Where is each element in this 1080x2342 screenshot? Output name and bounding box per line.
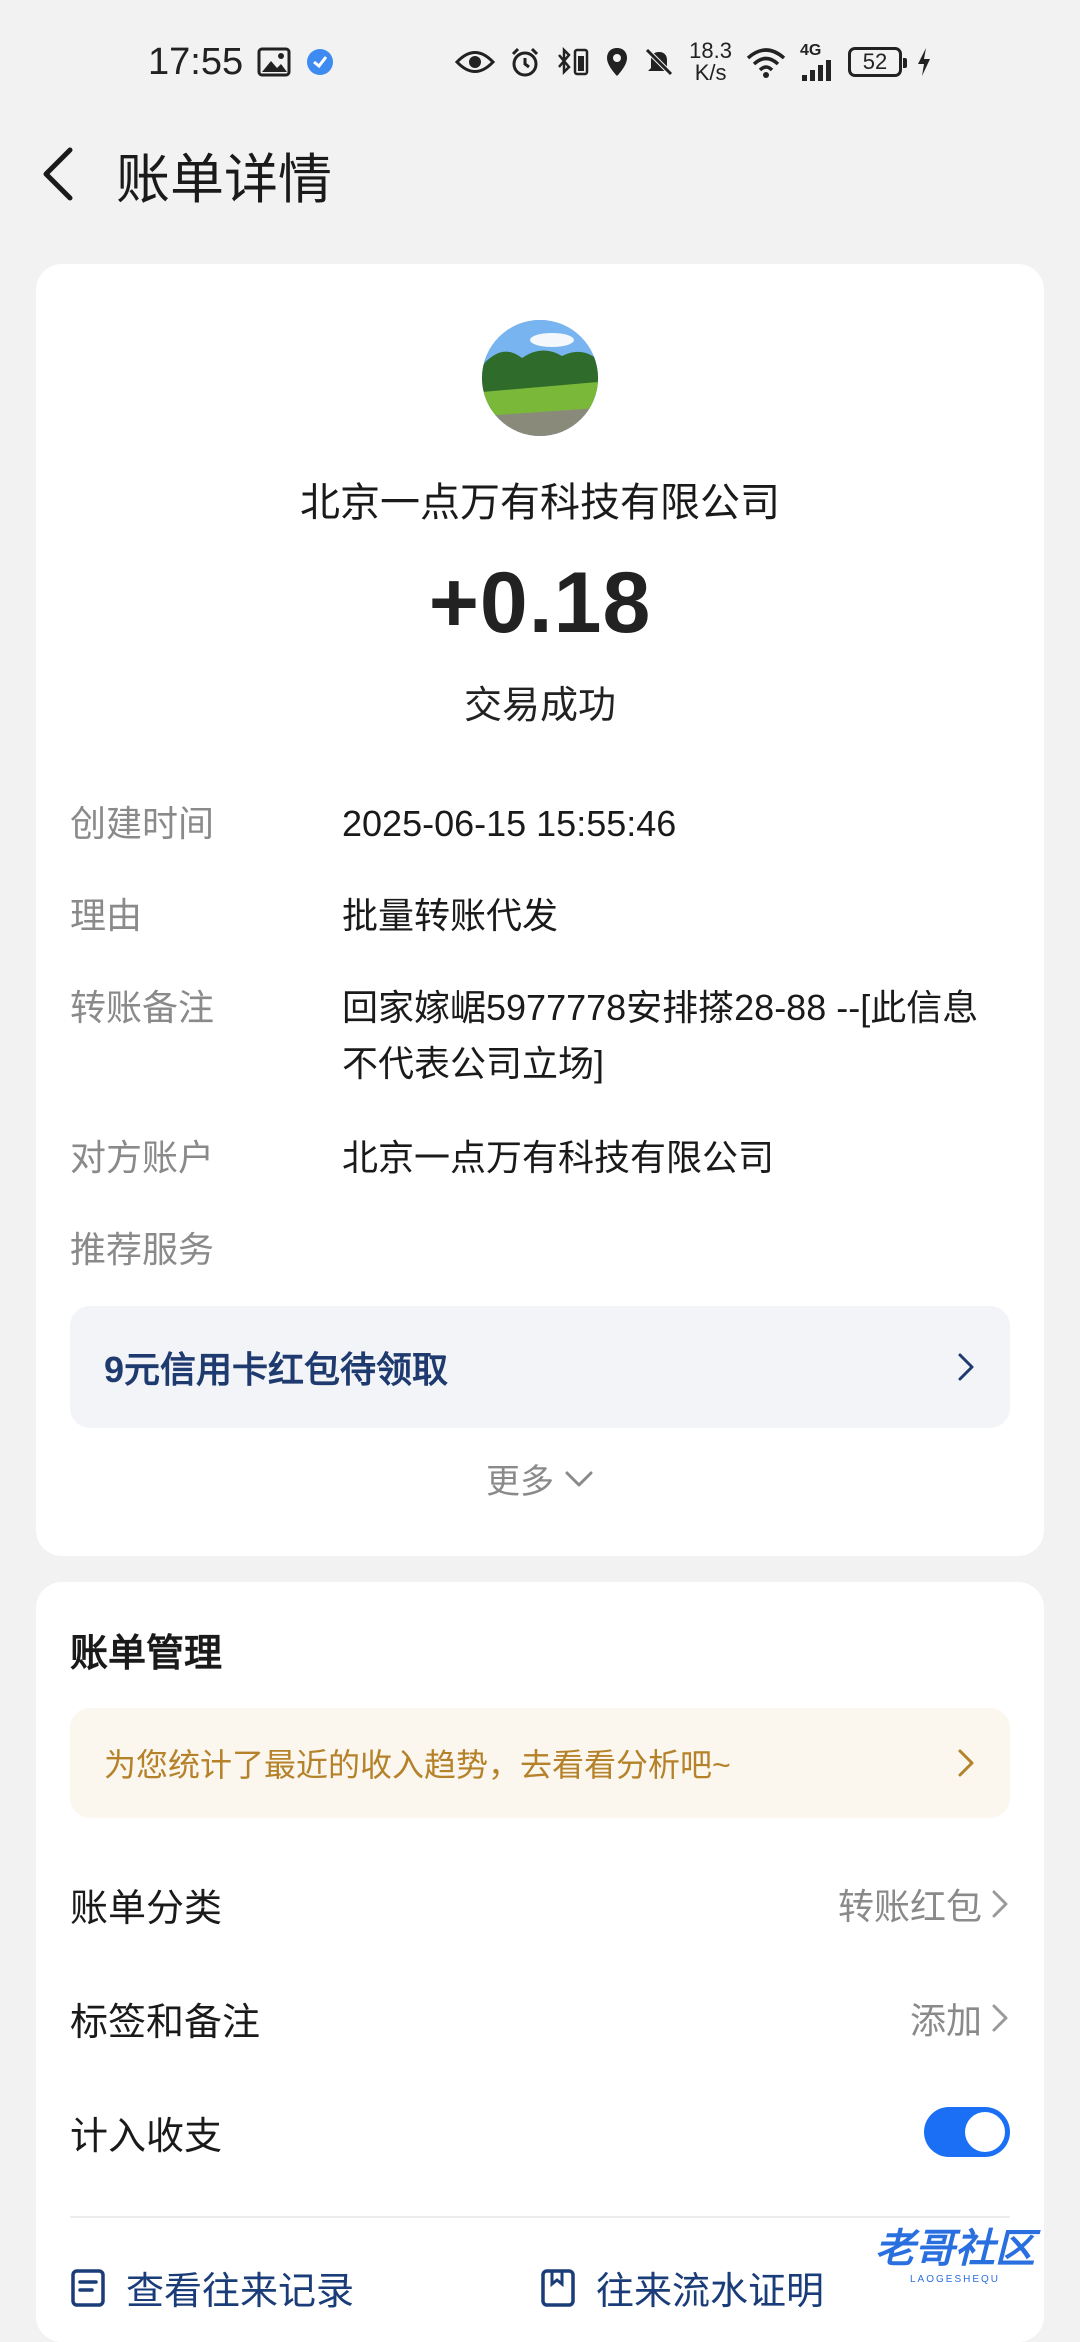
- watermark-text: 老哥社区: [875, 2226, 1035, 2271]
- nav-bar: 账单详情: [0, 124, 1080, 224]
- document-list-icon: [71, 2268, 105, 2307]
- more-label: 更多: [486, 1463, 554, 1501]
- detail-value: 2025-06-15 15:55:46: [342, 803, 677, 844]
- detail-value: 回家嫁崌5977778安排搽28-88 --[此信息不代表公司立场]: [342, 987, 979, 1084]
- detail-label: 对方账户: [70, 1137, 215, 1178]
- bill-category-label: 账单分类: [70, 1887, 223, 1930]
- watermark-subtext: LAOGESHEQU: [909, 2273, 1001, 2285]
- more-button[interactable]: 更多: [36, 1454, 1044, 1503]
- detail-row-created-time: 创建时间 2025-06-15 15:55:46: [70, 796, 1010, 852]
- gallery-icon: [257, 47, 291, 77]
- detail-row-recommended: 推荐服务: [70, 1222, 1010, 1278]
- detail-label: 转账备注: [70, 987, 215, 1028]
- bill-category-value: 转账红包: [837, 1886, 982, 1927]
- battery-indicator: 52: [848, 47, 907, 77]
- bill-category-row[interactable]: 账单分类 转账红包: [70, 1864, 1010, 1944]
- back-button[interactable]: [8, 124, 108, 224]
- chevron-right-icon: [990, 1888, 1010, 1920]
- status-time: 17:55: [148, 40, 244, 83]
- chevron-right-icon: [956, 1747, 976, 1779]
- cellular-signal-icon: 4G: [800, 43, 834, 81]
- detail-value: 北京一点万有科技有限公司: [342, 1137, 775, 1178]
- detail-row-reason: 理由 批量转账代发: [70, 888, 1010, 944]
- credit-card-promo-banner[interactable]: 9元信用卡红包待领取: [70, 1306, 1010, 1428]
- toggle-knob: [965, 2112, 1005, 2152]
- status-bar: 17:55 18.3 K/s 4G 52: [0, 0, 1080, 124]
- speed-unit: K/s: [694, 60, 727, 85]
- tags-notes-label: 标签和备注: [70, 2001, 261, 2044]
- transaction-proof-label: 往来流水证明: [596, 2271, 825, 2313]
- chevron-down-icon: [565, 1471, 593, 1486]
- section-title: 账单管理: [70, 1633, 223, 1675]
- include-in-stats-label: 计入收支: [70, 2115, 223, 2158]
- chevron-right-icon: [990, 2002, 1010, 2034]
- site-watermark-logo: 老哥社区 LAOGESHEQU: [840, 2210, 1070, 2290]
- certificate-icon: [541, 2268, 575, 2307]
- speed-value: 18.3: [689, 38, 732, 63]
- detail-value: 批量转账代发: [342, 895, 559, 936]
- view-history-label: 查看往来记录: [126, 2271, 355, 2313]
- detail-label: 推荐服务: [70, 1229, 215, 1270]
- income-trend-banner[interactable]: 为您统计了最近的收入趋势，去看看分析吧~: [70, 1708, 1010, 1818]
- alarm-icon: [509, 46, 541, 78]
- charging-icon: [916, 47, 932, 77]
- detail-label: 理由: [70, 895, 143, 936]
- wifi-icon: [746, 46, 786, 78]
- view-history-link[interactable]: 查看往来记录: [70, 2260, 540, 2315]
- transaction-card: 北京一点万有科技有限公司 +0.18 交易成功 创建时间 2025-06-15 …: [36, 264, 1044, 1556]
- merchant-name: 北京一点万有科技有限公司: [300, 481, 780, 525]
- mute-bell-icon: [643, 46, 675, 78]
- detail-row-counterparty: 对方账户 北京一点万有科技有限公司: [70, 1130, 1010, 1186]
- insight-text: 为您统计了最近的收入趋势，去看看分析吧~: [104, 1747, 731, 1783]
- page-title: 账单详情: [116, 149, 332, 210]
- transaction-status: 交易成功: [463, 685, 616, 727]
- bluetooth-battery-icon: [555, 46, 591, 78]
- network-speed: 18.3 K/s: [689, 40, 732, 84]
- detail-label: 创建时间: [70, 803, 215, 844]
- detail-row-transfer-note: 转账备注 回家嫁崌5977778安排搽28-88 --[此信息不代表公司立场]: [70, 980, 1010, 1092]
- tags-notes-row[interactable]: 标签和备注 添加: [70, 1978, 1010, 2058]
- merchant-avatar: [482, 320, 598, 436]
- transaction-amount: +0.18: [428, 555, 652, 651]
- include-in-stats-row: 计入收支: [70, 2092, 1010, 2172]
- battery-level: 52: [862, 49, 888, 74]
- network-type: 4G: [800, 42, 822, 59]
- chevron-left-icon: [43, 147, 73, 201]
- eye-icon: [455, 49, 496, 75]
- include-in-stats-toggle[interactable]: [924, 2107, 1010, 2157]
- location-icon: [605, 46, 629, 78]
- app-notification-icon: [305, 47, 335, 77]
- chevron-right-icon: [956, 1351, 976, 1383]
- tags-notes-value: 添加: [909, 2000, 982, 2041]
- promo-text: 9元信用卡红包待领取: [104, 1349, 449, 1390]
